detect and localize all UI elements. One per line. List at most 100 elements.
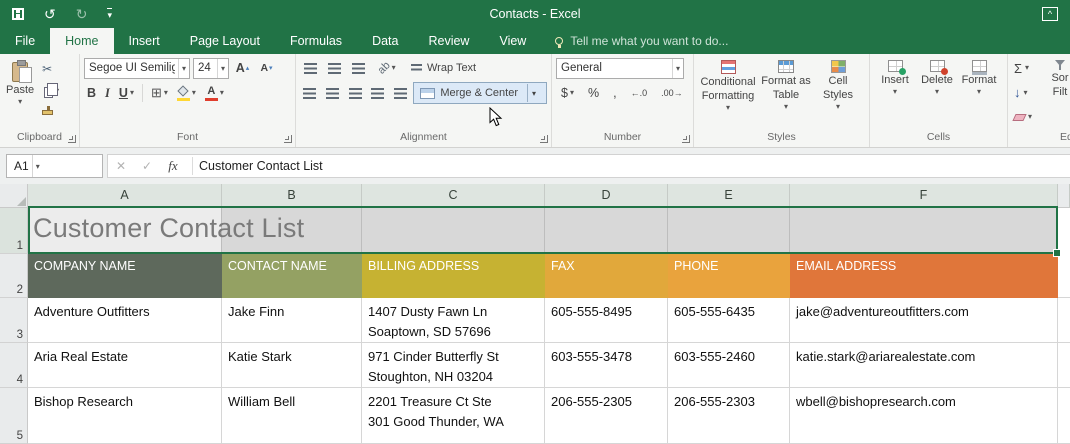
cell-c2[interactable]: BILLING ADDRESS [362,254,545,298]
italic-button[interactable]: I [102,85,113,102]
merge-center-button[interactable]: Merge & Center ▾ [413,82,547,104]
copy-button[interactable]: ▾ [40,81,61,101]
row-header-4[interactable]: 4 [0,343,28,388]
formula-field[interactable]: ✕ ✓ fx Customer Contact List [107,154,1070,178]
name-box[interactable]: A1 ▾ [6,154,103,178]
fill-handle[interactable] [1053,249,1061,257]
row-header-2[interactable]: 2 [0,254,28,298]
cell-g2-partial[interactable] [1058,254,1070,298]
paste-button[interactable]: Paste ▾ [4,57,36,128]
align-right-button[interactable] [345,83,365,103]
format-painter-button[interactable] [40,102,61,122]
tab-page-layout[interactable]: Page Layout [175,28,275,54]
column-header-b[interactable]: B [222,184,362,208]
align-left-button[interactable] [300,83,320,103]
row-header-1[interactable]: 1 [0,208,28,254]
number-format-select[interactable]: General ▾ [556,58,684,79]
cell-a3[interactable]: Adventure Outfitters [28,298,222,343]
align-middle-button[interactable] [324,58,345,78]
font-dialog-launcher-icon[interactable] [284,135,292,143]
format-cells-button[interactable]: Format ▾ [958,57,1000,128]
number-format-dropdown-icon[interactable]: ▾ [672,59,683,78]
cell-e2[interactable]: PHONE [668,254,790,298]
underline-button[interactable]: U▾ [116,85,137,101]
tab-data[interactable]: Data [357,28,413,54]
row-header-3[interactable]: 3 [0,298,28,343]
column-header-d[interactable]: D [545,184,668,208]
undo-icon[interactable]: ↺ [44,7,56,21]
align-top-button[interactable] [300,58,321,78]
cell-d1[interactable] [545,208,668,254]
tab-formulas[interactable]: Formulas [275,28,357,54]
cell-a2[interactable]: COMPANY NAME [28,254,222,298]
borders-button[interactable]: ⊞▾ [148,84,171,102]
comma-format-button[interactable]: , [610,85,619,101]
cell-styles-button[interactable]: Cell Styles ▾ [814,57,862,128]
tab-review[interactable]: Review [413,28,484,54]
cell-b4[interactable]: Katie Stark [222,343,362,388]
font-name-select[interactable]: Segoe UI Semilight ▾ [84,58,190,79]
save-icon[interactable] [12,8,24,20]
cell-e1[interactable] [668,208,790,254]
cell-c4[interactable]: 971 Cinder Butterfly St Stoughton, NH 03… [362,343,545,388]
cell-b3[interactable]: Jake Finn [222,298,362,343]
wrap-text-button[interactable]: Wrap Text [405,57,482,79]
delete-cells-button[interactable]: Delete ▾ [916,57,958,128]
cell-a4[interactable]: Aria Real Estate [28,343,222,388]
orientation-button[interactable]: ab▾ [372,58,402,78]
redo-icon[interactable]: ↻ [76,7,88,21]
customize-qat-icon[interactable]: ▾ [107,8,112,21]
decrease-font-size-button[interactable]: A▾ [256,58,277,78]
column-header-a[interactable]: A [28,184,222,208]
fill-button[interactable]: ↓▾ [1014,83,1032,103]
row-header-5[interactable]: 5 [0,388,28,444]
cell-g3-partial[interactable] [1058,298,1070,343]
select-all-button[interactable] [0,184,28,208]
column-header-g-partial[interactable] [1058,184,1070,208]
name-box-dropdown-icon[interactable]: ▾ [32,155,43,177]
cell-d2[interactable]: FAX [545,254,668,298]
autosum-button[interactable]: Σ▾ [1014,58,1032,78]
cell-g5-partial[interactable] [1058,388,1070,444]
cell-f5[interactable]: wbell@bishopresearch.com [790,388,1058,444]
percent-format-button[interactable]: % [585,85,602,101]
cell-g1-partial[interactable] [1058,208,1070,254]
enter-icon[interactable]: ✓ [134,159,160,173]
clear-button[interactable]: ▾ [1014,107,1032,127]
align-bottom-button[interactable] [348,58,369,78]
cell-f2[interactable]: EMAIL ADDRESS [790,254,1058,298]
tab-insert[interactable]: Insert [114,28,175,54]
cancel-icon[interactable]: ✕ [108,159,134,173]
cell-f3[interactable]: jake@adventureoutfitters.com [790,298,1058,343]
conditional-formatting-button[interactable]: Conditional Formatting ▾ [698,57,758,128]
number-dialog-launcher-icon[interactable] [682,135,690,143]
tab-view[interactable]: View [484,28,541,54]
font-size-dropdown-icon[interactable]: ▾ [217,59,228,78]
currency-format-button[interactable]: $▾ [558,85,577,101]
align-center-button[interactable] [323,83,343,103]
cell-b2[interactable]: CONTACT NAME [222,254,362,298]
column-header-c[interactable]: C [362,184,545,208]
cell-e5[interactable]: 206-555-2303 [668,388,790,444]
bold-button[interactable]: B [84,85,99,101]
increase-indent-button[interactable] [391,83,411,103]
font-name-dropdown-icon[interactable]: ▾ [178,59,189,78]
cell-d4[interactable]: 603-555-3478 [545,343,668,388]
cell-b5[interactable]: William Bell [222,388,362,444]
cell-c5[interactable]: 2201 Treasure Ct Ste 301 Good Thunder, W… [362,388,545,444]
column-header-f[interactable]: F [790,184,1058,208]
font-size-select[interactable]: 24 ▾ [193,58,229,79]
ribbon-display-options-icon[interactable]: ^ [1042,7,1058,21]
merge-center-dropdown-icon[interactable]: ▾ [527,84,540,102]
cell-d5[interactable]: 206-555-2305 [545,388,668,444]
sort-filter-button[interactable]: Sor Filt [1034,57,1070,128]
cell-e4[interactable]: 603-555-2460 [668,343,790,388]
insert-cells-button[interactable]: Insert ▾ [874,57,916,128]
decrease-decimal-button[interactable]: .00→ [658,87,686,99]
cell-g4-partial[interactable] [1058,343,1070,388]
cell-f1[interactable] [790,208,1058,254]
cut-button[interactable]: ✂ [40,59,61,79]
cell-f4[interactable]: katie.stark@ariarealestate.com [790,343,1058,388]
tab-home[interactable]: Home [50,28,113,54]
cell-e3[interactable]: 605-555-6435 [668,298,790,343]
